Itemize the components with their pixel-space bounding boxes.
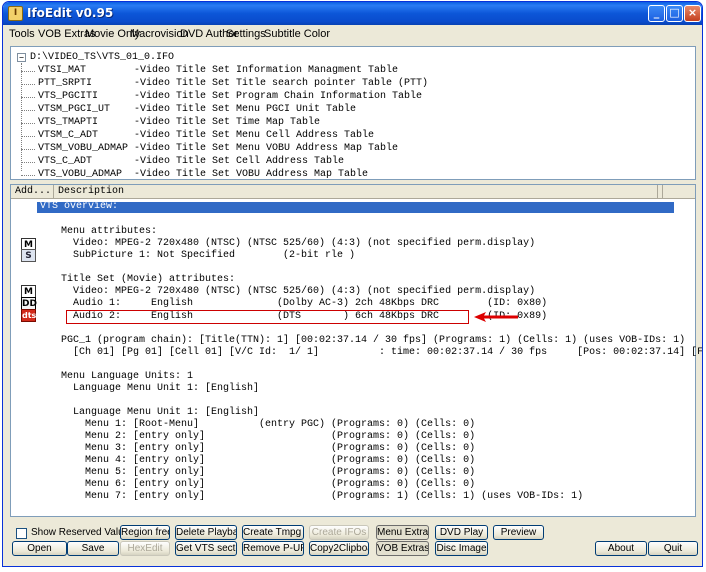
vts-overview-label: VTS overview: bbox=[40, 201, 119, 212]
list-item: SubPicture 1: Not Specified (2-bit rle ) bbox=[61, 250, 356, 261]
tree-node-name: PTT_SRPTI bbox=[38, 78, 93, 89]
subpicture-icon: S bbox=[21, 249, 36, 262]
tree-node-name: VTSM_PGCI_UT bbox=[38, 104, 111, 115]
list-item: Menu 1: [Root-Menu] (entry PGC) (Program… bbox=[61, 419, 476, 430]
tree-node-desc: -Video Title Set Menu Cell Address Table bbox=[134, 130, 375, 141]
ifoedit-app-icon: I bbox=[8, 6, 23, 21]
tree-node-desc: -Video Title Set VOBU Address Map Table bbox=[134, 169, 369, 180]
delete-playback-button[interactable]: Delete Playback bbox=[175, 525, 237, 540]
column-header-address[interactable]: Add... bbox=[11, 185, 54, 199]
list-item: Menu 2: [entry only] (Programs: 0) (Cell… bbox=[61, 431, 476, 442]
get-vts-sectors-button[interactable]: Get VTS sectors bbox=[175, 541, 237, 556]
window-title: IfoEdit v0.95 bbox=[27, 6, 114, 20]
main-window: I IfoEdit v0.95 _ □ × Tools VOB Extras M… bbox=[2, 1, 703, 567]
menu-extras-button[interactable]: Menu Extras bbox=[376, 525, 429, 540]
list-item: Audio 1: English (Dolby AC-3) 2ch 48Kbps… bbox=[61, 298, 548, 309]
ifo-tree-view[interactable]: − D:\VIDEO_TS\VTS_01_0.IFO VTSI_MAT -Vide… bbox=[10, 46, 696, 180]
menu-subtitle-color[interactable]: Subtitle Color bbox=[264, 28, 330, 40]
list-item: PGC_1 (program chain): [Title(TTN): 1] [… bbox=[61, 335, 686, 346]
tree-node-desc: -Video Title Set Title search pointer Ta… bbox=[134, 78, 429, 89]
tree-node-name: VTSM_VOBU_ADMAP bbox=[38, 143, 129, 154]
detail-list-view[interactable]: Add... Description VTS overview: Menu at… bbox=[10, 184, 702, 517]
show-reserved-label: Show Reserved Values bbox=[31, 527, 135, 538]
show-reserved-checkbox[interactable] bbox=[16, 528, 27, 539]
tree-node-desc: -Video Title Set Menu PGCI Unit Table bbox=[134, 104, 357, 115]
list-item: Menu 4: [entry only] (Programs: 0) (Cell… bbox=[61, 455, 476, 466]
list-item: Language Menu Unit 1: [English] bbox=[61, 383, 260, 394]
open-button[interactable]: Open bbox=[12, 541, 67, 556]
quit-button[interactable]: Quit bbox=[648, 541, 698, 556]
list-item: Menu 6: [entry only] (Programs: 0) (Cell… bbox=[61, 479, 476, 490]
create-ifos-button[interactable]: Create IFOs bbox=[309, 525, 369, 540]
list-item: Video: MPEG-2 720x480 (NTSC) (NTSC 525/6… bbox=[61, 238, 536, 249]
menu-bar: Tools VOB Extras Movie Only Macrovision … bbox=[3, 25, 702, 43]
dts-audio-icon: dts bbox=[21, 309, 37, 322]
tree-node-desc: -Video Title Set Information Managment T… bbox=[134, 65, 399, 76]
tree-node-name: VTS_PGCITI bbox=[38, 91, 99, 102]
selected-list-row[interactable]: VTS overview: bbox=[37, 201, 674, 213]
list-item: [Ch 01] [Pg 01] [Cell 01] [V/C Id: 1/ 1]… bbox=[73, 347, 703, 358]
tree-node-desc: -Video Title Set Time Map Table bbox=[134, 117, 321, 128]
tree-node-desc: -Video Title Set Menu VOBU Address Map T… bbox=[134, 143, 399, 154]
list-item: Menu 3: [entry only] (Programs: 0) (Cell… bbox=[61, 443, 476, 454]
column-header-extra[interactable] bbox=[662, 185, 672, 199]
create-tmpg-button[interactable]: Create Tmpg T. bbox=[242, 525, 304, 540]
dvd-play-button[interactable]: DVD Play bbox=[435, 525, 488, 540]
list-item: Menu 5: [entry only] (Programs: 0) (Cell… bbox=[61, 467, 476, 478]
copy2clipboard-button[interactable]: Copy2Clipboard bbox=[309, 541, 369, 556]
tree-root-label: D:\VIDEO_TS\VTS_01_0.IFO bbox=[30, 52, 175, 63]
list-item: Language Menu Unit 1: [English] bbox=[61, 407, 260, 418]
list-item: Menu 7: [entry only] (Programs: 1) (Cell… bbox=[61, 491, 584, 502]
tree-node-name: VTSI_MAT bbox=[38, 65, 87, 76]
tree-node-name: VTS_TMAPTI bbox=[38, 117, 99, 128]
about-button[interactable]: About bbox=[595, 541, 647, 556]
menu-tools[interactable]: Tools bbox=[9, 28, 35, 40]
menu-settings[interactable]: Settings bbox=[226, 28, 266, 40]
column-header-row: Add... Description bbox=[11, 185, 695, 199]
tree-node-desc: -Video Title Set Cell Address Table bbox=[134, 156, 345, 167]
list-item: Menu attributes: bbox=[61, 226, 158, 237]
column-header-description[interactable]: Description bbox=[54, 185, 658, 199]
red-arrow-icon bbox=[474, 312, 518, 322]
vob-extras-button[interactable]: VOB Extras bbox=[376, 541, 429, 556]
tree-connector bbox=[21, 63, 22, 171]
collapse-icon[interactable]: − bbox=[17, 53, 26, 62]
disc-image-button[interactable]: Disc Image bbox=[435, 541, 488, 556]
minimize-button[interactable]: _ bbox=[648, 5, 665, 22]
highlight-box bbox=[66, 310, 469, 324]
tree-node-desc: -Video Title Set Program Chain Informati… bbox=[134, 91, 423, 102]
save-button[interactable]: Save bbox=[67, 541, 119, 556]
list-item: Menu Language Units: 1 bbox=[61, 371, 194, 382]
list-item: Title Set (Movie) attributes: bbox=[61, 274, 236, 285]
tree-node-name: VTS_C_ADT bbox=[38, 156, 93, 167]
remove-pups-button[interactable]: Remove P-UPs bbox=[242, 541, 304, 556]
region-free-button[interactable]: Region free bbox=[120, 525, 170, 540]
preview-button[interactable]: Preview bbox=[493, 525, 544, 540]
list-item: Video: MPEG-2 720x480 (NTSC) (NTSC 525/6… bbox=[61, 286, 536, 297]
close-button[interactable]: × bbox=[684, 5, 701, 22]
maximize-button[interactable]: □ bbox=[666, 5, 683, 22]
title-bar[interactable]: I IfoEdit v0.95 _ □ × bbox=[3, 2, 702, 25]
tree-node-name: VTS_VOBU_ADMAP bbox=[38, 169, 123, 180]
tree-node-name: VTSM_C_ADT bbox=[38, 130, 99, 141]
hexedit-button[interactable]: HexEdit bbox=[120, 541, 170, 556]
